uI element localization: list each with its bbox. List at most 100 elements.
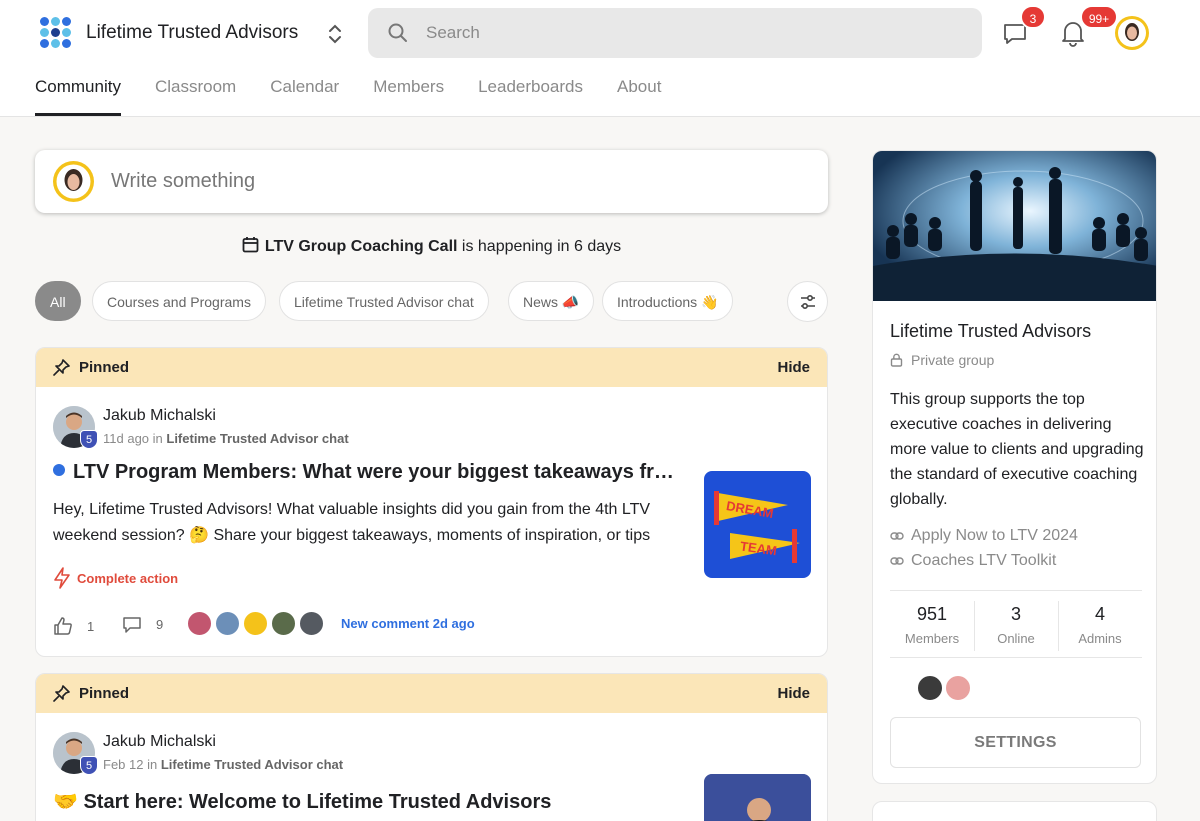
author-name[interactable]: Jakub Michalski xyxy=(103,407,216,425)
category-filters: All Courses and Programs Lifetime Truste… xyxy=(35,281,828,323)
link-icon xyxy=(890,557,904,565)
comment-button[interactable]: 9 xyxy=(122,616,163,634)
members-count: 951 xyxy=(916,604,948,624)
post-card[interactable]: Pinned Hide 5 Jakub Michalski 11d ago in… xyxy=(35,347,828,657)
composer-avatar xyxy=(53,161,94,202)
hide-pinned-button[interactable]: Hide xyxy=(777,685,810,702)
toolkit-label: Coaches LTV Toolkit xyxy=(911,552,1057,569)
pinned-bar: Pinned Hide xyxy=(36,674,827,713)
chat-badge: 3 xyxy=(1020,5,1046,29)
search-icon xyxy=(388,23,407,42)
pinned-label: Pinned xyxy=(79,359,130,376)
post-title[interactable]: 🤝 Start here: Welcome to Lifetime Truste… xyxy=(53,789,683,814)
pin-icon xyxy=(53,685,70,702)
commenter-avatar xyxy=(270,610,297,637)
group-switcher-chevron-icon[interactable] xyxy=(325,22,345,46)
post-title[interactable]: LTV Program Members: What were your bigg… xyxy=(53,461,683,484)
post-meta: Feb 12 in Lifetime Trusted Advisor chat xyxy=(103,757,343,772)
pinned-label: Pinned xyxy=(79,685,130,702)
group-logo-icon[interactable] xyxy=(40,17,72,49)
search-bar[interactable] xyxy=(368,8,982,58)
privacy-status: Private group xyxy=(890,352,994,368)
lightning-icon xyxy=(54,567,70,589)
unread-dot xyxy=(53,464,65,476)
online-stat[interactable]: 3 Online xyxy=(974,604,1058,646)
pinned-bar: Pinned Hide xyxy=(36,348,827,387)
tab-leaderboards[interactable]: Leaderboards xyxy=(478,70,583,116)
tab-community[interactable]: Community xyxy=(35,70,121,116)
calendar-icon xyxy=(242,237,259,253)
online-label: Online xyxy=(997,631,1035,646)
filter-chip-courses[interactable]: Courses and Programs xyxy=(92,281,266,321)
filter-settings-button[interactable] xyxy=(787,281,828,322)
post-thumbnail[interactable] xyxy=(704,774,811,821)
post-category[interactable]: Lifetime Trusted Advisor chat xyxy=(161,757,343,772)
post-composer[interactable]: Write something xyxy=(35,150,828,213)
notifications-badge: 99+ xyxy=(1080,5,1118,29)
filter-chip-introductions[interactable]: Introductions 👋 xyxy=(602,281,734,321)
upcoming-event-banner[interactable]: LTV Group Coaching Call is happening in … xyxy=(35,236,828,256)
group-info-card: Lifetime Trusted Advisors Private group … xyxy=(872,150,1157,784)
admin-avatar[interactable] xyxy=(916,674,944,702)
comment-icon xyxy=(123,617,141,633)
sliders-icon xyxy=(801,294,815,310)
tab-classroom[interactable]: Classroom xyxy=(155,70,236,116)
user-avatar[interactable] xyxy=(1115,16,1149,50)
top-header: Lifetime Trusted Advisors 3 99+ Communit… xyxy=(0,0,1200,117)
event-name[interactable]: LTV Group Coaching Call xyxy=(265,238,458,255)
apply-now-link[interactable]: Apply Now to LTV 2024 xyxy=(890,527,1078,545)
settings-button[interactable]: SETTINGS xyxy=(890,717,1141,768)
commenter-avatar xyxy=(214,610,241,637)
post-card[interactable]: Pinned Hide 5 Jakub Michalski Feb 12 in … xyxy=(35,673,828,821)
commenter-avatar xyxy=(186,610,213,637)
admins-label: Admins xyxy=(1078,631,1122,646)
secondary-sidebar-card xyxy=(872,801,1157,821)
post-title-text: LTV Program Members: What were your bigg… xyxy=(73,461,683,483)
complete-action-label: Complete action xyxy=(77,571,179,586)
like-count: 1 xyxy=(87,619,95,634)
new-comment-link[interactable]: New comment 2d ago xyxy=(341,616,475,631)
link-icon xyxy=(890,532,904,540)
post-stats: 1 9 New comment 2d ago xyxy=(53,610,813,640)
toolkit-link[interactable]: Coaches LTV Toolkit xyxy=(890,552,1056,570)
like-button[interactable]: 1 xyxy=(53,616,94,636)
pin-icon xyxy=(53,359,70,376)
online-count: 3 xyxy=(1010,604,1021,624)
post-category[interactable]: Lifetime Trusted Advisor chat xyxy=(166,431,348,446)
tab-calendar[interactable]: Calendar xyxy=(270,70,339,116)
level-badge: 5 xyxy=(80,430,98,449)
filter-chip-advisor-chat[interactable]: Lifetime Trusted Advisor chat xyxy=(279,281,489,321)
complete-action-button[interactable]: Complete action xyxy=(53,567,178,589)
apply-now-label: Apply Now to LTV 2024 xyxy=(911,527,1078,544)
group-name[interactable]: Lifetime Trusted Advisors xyxy=(86,22,298,44)
filter-chip-news[interactable]: News 📣 xyxy=(508,281,595,321)
group-description: This group supports the top executive co… xyxy=(890,391,1144,508)
group-cover-image xyxy=(873,151,1156,301)
level-badge: 5 xyxy=(80,756,98,775)
admins-count: 4 xyxy=(1094,604,1105,624)
post-body: Hey, Lifetime Trusted Advisors! What val… xyxy=(53,501,651,544)
post-meta: 11d ago in Lifetime Trusted Advisor chat xyxy=(103,431,349,446)
search-input[interactable] xyxy=(426,20,946,46)
filter-chip-all[interactable]: All xyxy=(35,281,81,321)
post-time: 11d ago in xyxy=(103,431,167,446)
tab-about[interactable]: About xyxy=(617,70,661,116)
divider xyxy=(890,657,1142,658)
post-thumbnail[interactable]: DREAM TEAM xyxy=(704,471,811,578)
event-time-text: is happening in 6 days xyxy=(457,238,622,255)
members-label: Members xyxy=(904,631,960,646)
members-stat[interactable]: 951 Members xyxy=(890,604,974,646)
admin-avatar[interactable] xyxy=(944,674,972,702)
hide-pinned-button[interactable]: Hide xyxy=(777,359,810,376)
privacy-label: Private group xyxy=(911,352,995,368)
group-title: Lifetime Trusted Advisors xyxy=(890,321,1092,341)
comment-count: 9 xyxy=(156,617,164,632)
composer-placeholder: Write something xyxy=(111,170,256,192)
admins-stat[interactable]: 4 Admins xyxy=(1058,604,1142,646)
author-name[interactable]: Jakub Michalski xyxy=(103,733,216,751)
commenter-avatar xyxy=(242,610,269,637)
thumbs-up-icon xyxy=(54,617,72,635)
lock-icon xyxy=(890,353,903,367)
tab-members[interactable]: Members xyxy=(373,70,444,116)
divider xyxy=(890,590,1142,591)
